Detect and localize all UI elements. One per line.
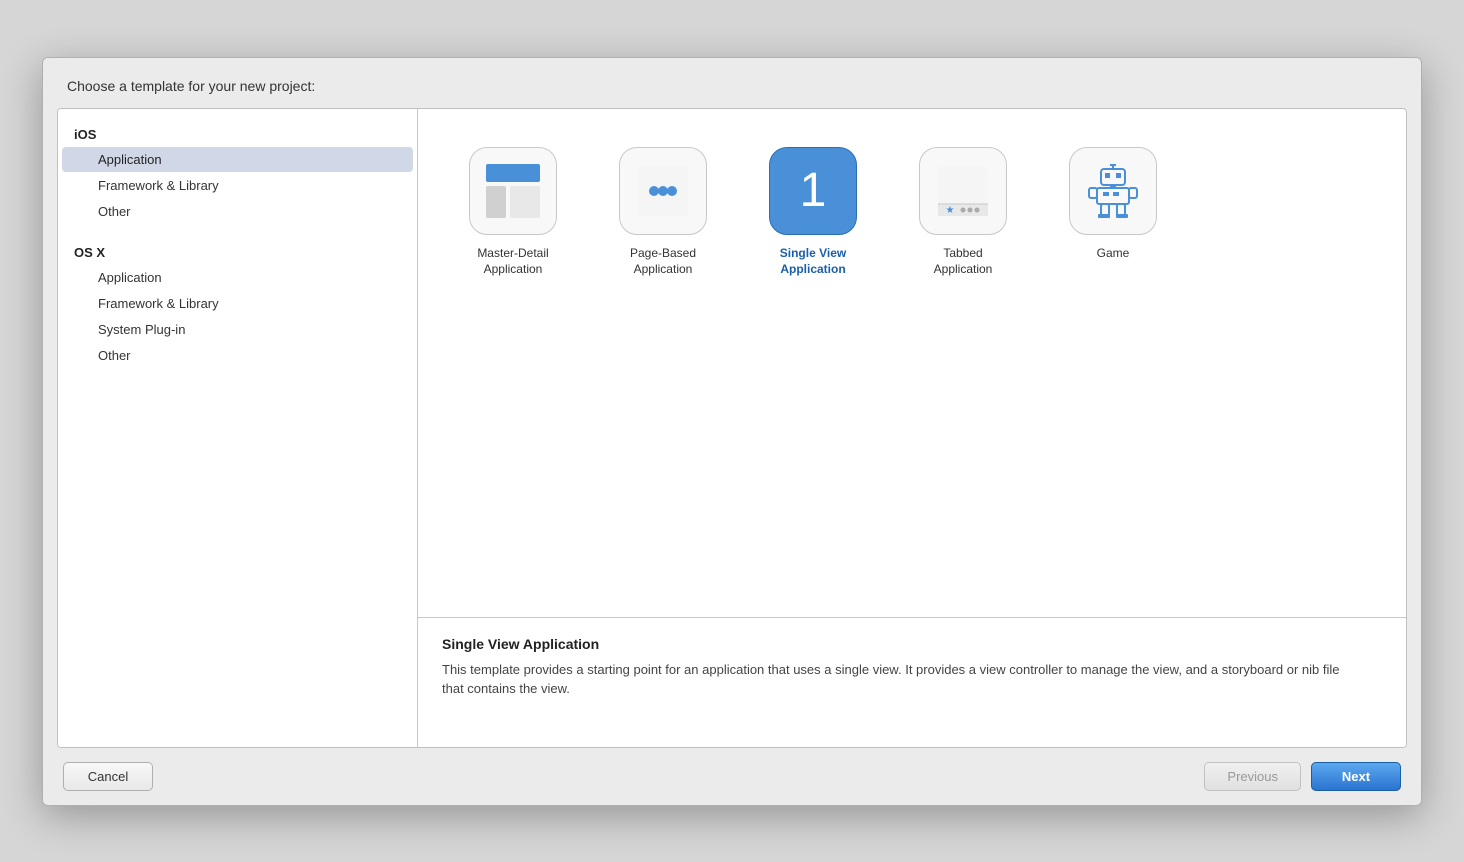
sidebar-item-osx-application[interactable]: Application	[62, 265, 413, 290]
description-title: Single View Application	[442, 636, 1382, 652]
template-label-game: Game	[1097, 245, 1130, 262]
sidebar-item-ios-framework[interactable]: Framework & Library	[62, 173, 413, 198]
dialog-header: Choose a template for your new project:	[43, 58, 1421, 108]
template-icon-single-view: 1	[769, 147, 857, 235]
page-based-icon	[632, 160, 694, 222]
template-icon-page-based	[619, 147, 707, 235]
content-area: Master-DetailApplication Page-BasedAppli…	[418, 109, 1406, 747]
sidebar-osx-header: OS X	[58, 237, 417, 264]
sidebar-ios-header: iOS	[58, 119, 417, 146]
template-icon-game	[1069, 147, 1157, 235]
dialog-footer: Cancel Previous Next	[43, 748, 1421, 805]
template-tabbed[interactable]: ★ TabbedApplication	[898, 139, 1028, 287]
footer-right-buttons: Previous Next	[1204, 762, 1401, 791]
game-robot-icon	[1085, 163, 1141, 219]
cancel-button[interactable]: Cancel	[63, 762, 153, 791]
next-button[interactable]: Next	[1311, 762, 1401, 791]
tabbed-icon: ★	[932, 160, 994, 222]
master-detail-icon	[482, 160, 544, 222]
dialog-title: Choose a template for your new project:	[67, 78, 315, 94]
template-page-based[interactable]: Page-BasedApplication	[598, 139, 728, 287]
template-single-view[interactable]: 1 Single ViewApplication	[748, 139, 878, 287]
template-label-master-detail: Master-DetailApplication	[477, 245, 548, 279]
description-text: This template provides a starting point …	[442, 660, 1342, 699]
sidebar-item-osx-systemplugin[interactable]: System Plug-in	[62, 317, 413, 342]
template-icon-tabbed: ★	[919, 147, 1007, 235]
previous-button[interactable]: Previous	[1204, 762, 1301, 791]
template-game[interactable]: Game	[1048, 139, 1178, 287]
sidebar-item-osx-other[interactable]: Other	[62, 343, 413, 368]
single-view-number-icon: 1	[800, 167, 827, 215]
sidebar-item-ios-application[interactable]: Application	[62, 147, 413, 172]
sidebar: iOS Application Framework & Library Othe…	[58, 109, 418, 747]
dialog-body: iOS Application Framework & Library Othe…	[57, 108, 1407, 748]
template-label-page-based: Page-BasedApplication	[630, 245, 696, 279]
project-template-dialog: Choose a template for your new project: …	[42, 57, 1422, 806]
sidebar-item-ios-other[interactable]: Other	[62, 199, 413, 224]
description-area: Single View Application This template pr…	[418, 617, 1406, 747]
template-label-single-view: Single ViewApplication	[780, 245, 846, 279]
templates-grid: Master-DetailApplication Page-BasedAppli…	[418, 109, 1406, 617]
template-master-detail[interactable]: Master-DetailApplication	[448, 139, 578, 287]
sidebar-item-osx-framework[interactable]: Framework & Library	[62, 291, 413, 316]
template-icon-master-detail	[469, 147, 557, 235]
svg-text:★: ★	[946, 205, 955, 216]
template-label-tabbed: TabbedApplication	[934, 245, 993, 279]
